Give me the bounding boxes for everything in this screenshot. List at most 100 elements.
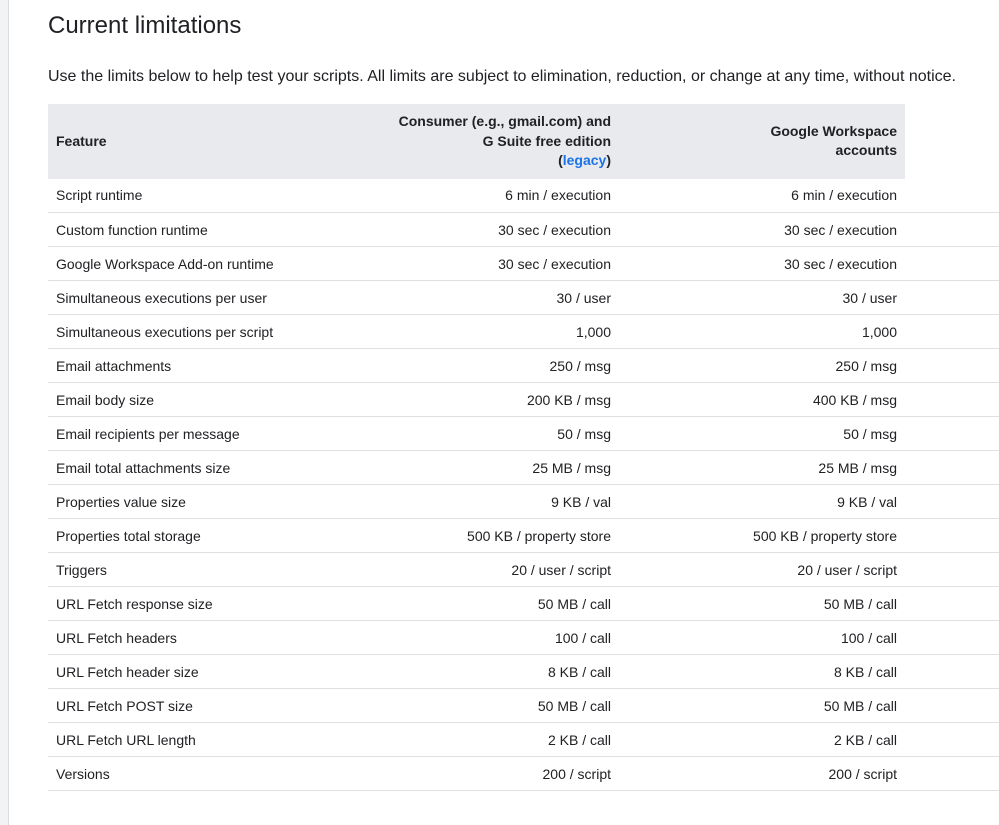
row-spacer	[905, 450, 999, 485]
workspace-cell: 6 min / execution	[619, 178, 905, 213]
workspace-cell: 250 / msg	[619, 348, 905, 383]
table-row: URL Fetch POST size 50 MB / call 50 MB / c…	[48, 688, 999, 723]
feature-cell: URL Fetch response size	[48, 586, 348, 621]
row-spacer	[905, 620, 999, 655]
header-consumer-line2: G Suite free edition	[482, 132, 611, 149]
table-row: Properties total storage 500 KB / propert…	[48, 518, 999, 553]
workspace-cell: 30 / user	[619, 280, 905, 315]
consumer-cell: 30 sec / execution	[348, 212, 619, 247]
consumer-cell: 25 MB / msg	[348, 450, 619, 485]
row-spacer	[905, 552, 999, 587]
workspace-cell: 2 KB / call	[619, 722, 905, 757]
workspace-cell: 1,000	[619, 314, 905, 349]
row-spacer	[905, 416, 999, 451]
table-row: Email total attachments size 25 MB / msg 2…	[48, 450, 999, 485]
table-body: Script runtime 6 min / execution 6 min / e…	[48, 178, 999, 791]
header-row: Feature Consumer (e.g., gmail.com) and G…	[48, 104, 999, 179]
feature-cell: Script runtime	[48, 178, 348, 213]
row-spacer	[905, 314, 999, 349]
workspace-cell: 200 / script	[619, 756, 905, 791]
consumer-cell: 200 KB / msg	[348, 382, 619, 417]
header-consumer-line1: Consumer (e.g., gmail.com) and	[398, 113, 611, 129]
legacy-link[interactable]: legacy	[563, 152, 607, 168]
header-workspace-line1: Google Workspace	[770, 122, 897, 139]
workspace-cell: 500 KB / property store	[619, 518, 905, 553]
table-row: Custom function runtime 30 sec / executio…	[48, 212, 999, 247]
table-row: Versions 200 / script 200 / script	[48, 756, 999, 791]
workspace-cell: 50 MB / call	[619, 586, 905, 621]
consumer-cell: 30 / user	[348, 280, 619, 315]
consumer-cell: 9 KB / val	[348, 484, 619, 519]
table-row: URL Fetch URL length 2 KB / call 2 KB / ca…	[48, 722, 999, 757]
table-row: Email attachments 250 / msg 250 / msg	[48, 348, 999, 383]
table-row: Simultaneous executions per script 1,000 1…	[48, 314, 999, 349]
workspace-cell: 400 KB / msg	[619, 382, 905, 417]
workspace-cell: 50 / msg	[619, 416, 905, 451]
row-spacer	[905, 518, 999, 553]
row-spacer	[905, 382, 999, 417]
limits-table: Feature Consumer (e.g., gmail.com) and G…	[48, 104, 999, 791]
row-spacer	[905, 586, 999, 621]
feature-cell: Properties total storage	[48, 518, 348, 553]
consumer-cell: 100 / call	[348, 620, 619, 655]
feature-cell: Simultaneous executions per user	[48, 280, 348, 315]
feature-cell: URL Fetch URL length	[48, 722, 348, 757]
consumer-cell: 2 KB / call	[348, 722, 619, 757]
page-title: Current limitations	[48, 12, 242, 39]
workspace-cell: 25 MB / msg	[619, 450, 905, 485]
table-header: Feature Consumer (e.g., gmail.com) and G…	[48, 104, 999, 179]
consumer-cell: 8 KB / call	[348, 654, 619, 689]
workspace-cell: 30 sec / execution	[619, 246, 905, 281]
row-spacer	[905, 212, 999, 247]
feature-cell: Custom function runtime	[48, 212, 348, 247]
header-feature: Feature	[48, 104, 348, 179]
paren-close: )	[606, 152, 611, 168]
table-row: Properties value size 9 KB / val 9 KB / va…	[48, 484, 999, 519]
consumer-cell: 30 sec / execution	[348, 246, 619, 281]
row-spacer	[905, 688, 999, 723]
workspace-cell: 50 MB / call	[619, 688, 905, 723]
table-row: Google Workspace Add-on runtime 30 sec / …	[48, 246, 999, 281]
header-spacer	[905, 104, 999, 179]
header-consumer: Consumer (e.g., gmail.com) and G Suite f…	[348, 104, 619, 179]
consumer-cell: 200 / script	[348, 756, 619, 791]
workspace-cell: 30 sec / execution	[619, 212, 905, 247]
feature-cell: Properties value size	[48, 484, 348, 519]
feature-cell: Email body size	[48, 382, 348, 417]
row-spacer	[905, 654, 999, 689]
table-row: Triggers 20 / user / script 20 / user / sc…	[48, 552, 999, 587]
feature-cell: Triggers	[48, 552, 348, 587]
table-row: Email body size 200 KB / msg 400 KB / msg	[48, 382, 999, 417]
consumer-cell: 50 MB / call	[348, 688, 619, 723]
table-row: URL Fetch headers 100 / call 100 / call	[48, 620, 999, 655]
feature-cell: URL Fetch headers	[48, 620, 348, 655]
header-workspace: Google Workspace accounts	[619, 104, 905, 179]
consumer-cell: 20 / user / script	[348, 552, 619, 587]
consumer-cell: 6 min / execution	[348, 178, 619, 213]
feature-cell: Email attachments	[48, 348, 348, 383]
row-spacer	[905, 348, 999, 383]
feature-cell: Google Workspace Add-on runtime	[48, 246, 348, 281]
feature-cell: Email total attachments size	[48, 450, 348, 485]
workspace-cell: 9 KB / val	[619, 484, 905, 519]
table-row: Email recipients per message 50 / msg 50 /…	[48, 416, 999, 451]
workspace-cell: 8 KB / call	[619, 654, 905, 689]
intro-text: Use the limits below to help test your s…	[48, 68, 956, 85]
workspace-cell: 20 / user / script	[619, 552, 905, 587]
row-spacer	[905, 280, 999, 315]
row-spacer	[905, 484, 999, 519]
row-spacer	[905, 246, 999, 281]
feature-cell: URL Fetch POST size	[48, 688, 348, 723]
table-row: Script runtime 6 min / execution 6 min / e…	[48, 178, 999, 213]
consumer-cell: 50 / msg	[348, 416, 619, 451]
feature-cell: Simultaneous executions per script	[48, 314, 348, 349]
row-spacer	[905, 722, 999, 757]
consumer-cell: 1,000	[348, 314, 619, 349]
table-row: URL Fetch header size 8 KB / call 8 KB / c…	[48, 654, 999, 689]
consumer-cell: 500 KB / property store	[348, 518, 619, 553]
left-panel-edge	[0, 0, 9, 825]
table-row: URL Fetch response size 50 MB / call 50 MB…	[48, 586, 999, 621]
row-spacer	[905, 178, 999, 213]
header-workspace-line2: accounts	[835, 142, 897, 159]
feature-cell: Versions	[48, 756, 348, 791]
